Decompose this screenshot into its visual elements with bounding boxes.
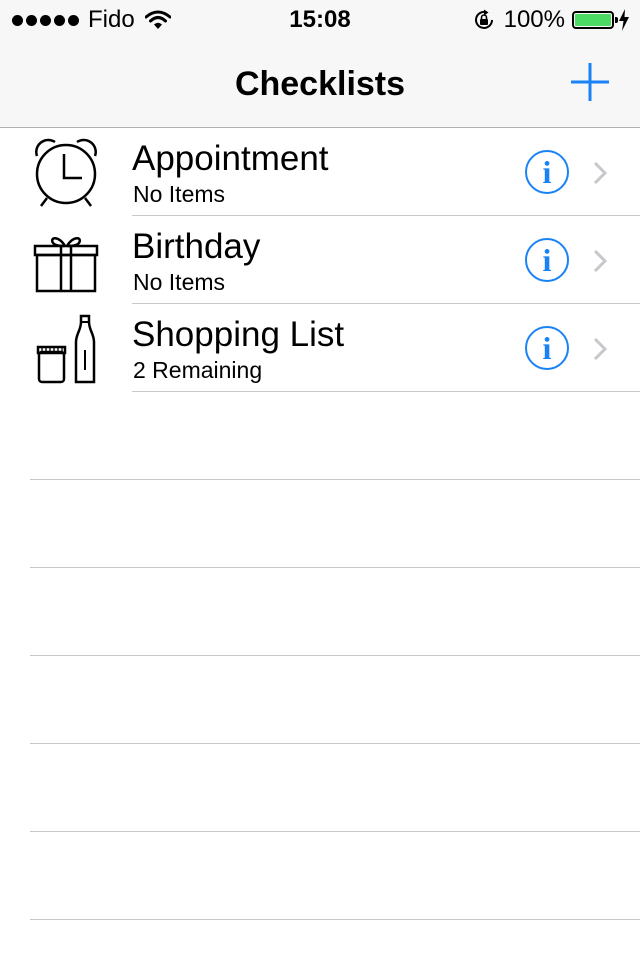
battery-fill: [575, 14, 611, 26]
checklist-title: Birthday: [132, 227, 261, 266]
empty-row-separator: [30, 831, 640, 832]
battery-percent: 100%: [503, 6, 565, 33]
list-item[interactable]: Shopping List 2 Remaining i: [0, 304, 640, 392]
checklist-status: 2 Remaining: [133, 357, 263, 383]
empty-row-separator: [30, 919, 640, 920]
status-right: 100%: [472, 0, 630, 40]
info-button[interactable]: i: [525, 150, 569, 194]
empty-row-separator: [30, 655, 640, 656]
chevron-right-icon: [593, 161, 608, 185]
empty-row-separator: [30, 567, 640, 568]
list-item[interactable]: Appointment No Items i: [0, 128, 640, 216]
checklist-title: Shopping List: [132, 315, 345, 354]
alarm-clock-icon: [28, 134, 104, 210]
gift-icon: [28, 222, 104, 298]
checklist-status: No Items: [133, 269, 226, 295]
row-separator: [132, 391, 640, 392]
empty-row-separator: [30, 743, 640, 744]
checklist-status: No Items: [133, 181, 226, 207]
list-item[interactable]: Birthday No Items i: [0, 216, 640, 304]
chevron-right-icon: [593, 249, 608, 273]
status-bar: Fido 15:08 100%: [0, 0, 640, 40]
empty-row-separator: [30, 479, 640, 480]
groceries-icon: [28, 310, 104, 386]
battery-icon: [572, 11, 618, 29]
info-button[interactable]: i: [525, 326, 569, 370]
info-button[interactable]: i: [525, 238, 569, 282]
add-checklist-button[interactable]: [568, 60, 612, 104]
charging-bolt-icon: [618, 9, 630, 31]
page-title: Checklists: [234, 65, 406, 103]
rotation-lock-icon: [472, 8, 496, 32]
checklist-list: Appointment No Items i Birthday No Items…: [0, 128, 640, 392]
navigation-bar: Checklists: [0, 40, 640, 128]
chevron-right-icon: [593, 337, 608, 361]
plus-icon: [571, 63, 609, 101]
checklist-title: Appointment: [132, 139, 329, 178]
